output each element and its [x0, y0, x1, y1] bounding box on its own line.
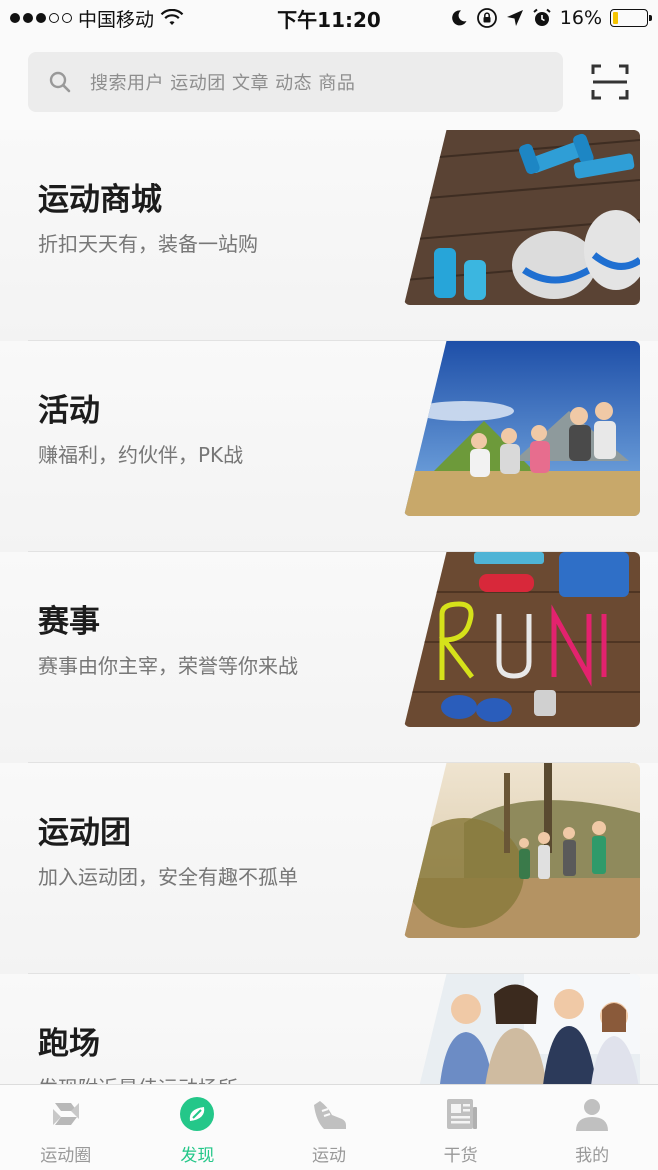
search-placeholder: 搜索用户 运动团 文章 动态 商品: [90, 73, 356, 94]
search-bar-row: 搜索用户 运动团 文章 动态 商品: [0, 36, 658, 130]
sports-circle-icon: [47, 1095, 85, 1133]
tab-label: 我的: [575, 1146, 610, 1166]
signal-strength-icon: [10, 13, 72, 23]
battery-percent: 16%: [559, 7, 602, 29]
card-sports-groups[interactable]: 运动团 加入运动团，安全有趣不孤单: [0, 763, 658, 974]
card-subtitle: 赛事由你主宰，荣誉等你来战: [38, 654, 298, 678]
search-input[interactable]: 搜索用户 运动团 文章 动态 商品: [28, 52, 563, 112]
profile-icon: [573, 1095, 611, 1133]
battery-icon: [610, 9, 652, 27]
tab-profile[interactable]: 我的: [526, 1085, 658, 1170]
card-subtitle: 加入运动团，安全有趣不孤单: [38, 865, 298, 889]
status-bar: 中国移动 下午11:20 16%: [0, 0, 658, 36]
card-activities[interactable]: 活动 赚福利，约伙伴，PK战: [0, 341, 658, 552]
tab-sports-circle[interactable]: 运动圈: [0, 1085, 132, 1170]
location-arrow-icon: [506, 10, 523, 26]
wifi-icon: [160, 9, 184, 25]
camping-friends-photo: [404, 341, 640, 516]
search-icon: [49, 71, 71, 93]
status-left: 中国移动: [10, 5, 184, 32]
card-sports-mall[interactable]: 运动商城 折扣天天有，装备一站购: [0, 130, 658, 341]
tab-discover[interactable]: 发现: [132, 1085, 264, 1170]
card-title: 运动团: [38, 815, 131, 851]
tab-label: 发现: [180, 1146, 215, 1166]
article-icon: [442, 1095, 480, 1133]
discover-card-list: 运动商城 折扣天天有，装备一站购 活动 赚福利，约伙伴，PK战 赛事 赛事由你主…: [0, 130, 658, 1170]
tab-sports[interactable]: 运动: [263, 1085, 395, 1170]
card-title: 活动: [38, 393, 100, 429]
carrier-name: 中国移动: [78, 8, 155, 31]
run-shoelaces-photo: [404, 552, 640, 727]
sports-gear-photo: [404, 130, 640, 305]
tab-label: 干货: [443, 1146, 478, 1166]
card-title: 跑场: [38, 1026, 100, 1062]
card-events[interactable]: 赛事 赛事由你主宰，荣誉等你来战: [0, 552, 658, 763]
bottom-tab-bar: 运动圈 发现 运动 干货 我的: [0, 1084, 658, 1170]
rotation-lock-icon: [476, 8, 497, 28]
alarm-clock-icon: [533, 8, 551, 26]
card-title: 运动商城: [38, 182, 162, 218]
status-right: 16%: [450, 7, 652, 29]
shoe-icon: [310, 1095, 348, 1133]
moon-icon: [451, 10, 467, 26]
tab-label: 运动圈: [40, 1146, 92, 1166]
discover-icon: [178, 1095, 216, 1133]
tab-label: 运动: [311, 1146, 346, 1166]
group-hiking-photo: [404, 763, 640, 938]
scan-icon[interactable]: [590, 62, 630, 102]
tab-articles[interactable]: 干货: [395, 1085, 527, 1170]
card-title: 赛事: [38, 604, 100, 640]
card-subtitle: 折扣天天有，装备一站购: [38, 232, 258, 256]
card-subtitle: 赚福利，约伙伴，PK战: [38, 443, 244, 467]
